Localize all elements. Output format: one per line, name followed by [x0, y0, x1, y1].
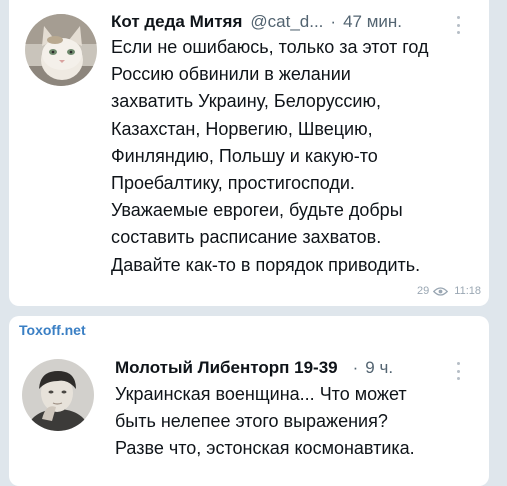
- cat-photo-icon: [25, 14, 97, 86]
- source-link[interactable]: Toxoff.net: [19, 322, 86, 338]
- post-line: Финляндию, Польшу и какую-то: [111, 145, 378, 166]
- message-meta: 29 11:18: [417, 285, 481, 297]
- view-count: 29: [417, 285, 430, 297]
- more-options-icon[interactable]: [457, 362, 461, 380]
- post-text: Если не ошибаюсь, только за этот год Рос…: [111, 34, 428, 279]
- author-name[interactable]: Молотый Либенторп 19-39: [115, 358, 338, 378]
- more-options-icon[interactable]: [457, 16, 461, 34]
- separator-dot: ·: [330, 12, 337, 31]
- post-line: Украинская военщина... Что может: [115, 384, 407, 404]
- avatar-cat[interactable]: [25, 14, 97, 86]
- post-line: составить расписание захватов.: [111, 227, 382, 248]
- author-name[interactable]: Кот деда Митяя: [111, 12, 242, 32]
- post-time[interactable]: 47 мин.: [343, 12, 402, 32]
- post-time[interactable]: 9 ч.: [365, 358, 393, 378]
- post-line: Если не ошибаюсь, только за этот год: [111, 37, 429, 57]
- post-line: Давайте как-то в порядок приводить.: [111, 254, 421, 275]
- post-line: Казахстан, Норвегию, Швецию,: [111, 118, 373, 139]
- author-handle[interactable]: @cat_d...: [250, 12, 323, 32]
- post-line: быть нелепее этого выражения?: [115, 411, 388, 432]
- eye-icon: [433, 286, 449, 296]
- message-time: 11:18: [454, 285, 481, 297]
- avatar-boy[interactable]: [22, 359, 94, 431]
- boy-photo-icon: [22, 359, 94, 431]
- post-header: Молотый Либенторп 19-39 · 9 ч.: [115, 358, 393, 378]
- post-line: Россию обвинили в желании: [111, 64, 351, 85]
- separator-dot: ·: [352, 358, 359, 377]
- post-line: Разве что, эстонская космонавтика.: [115, 438, 415, 459]
- post-line: Проебалтику, простигосподи.: [111, 173, 355, 194]
- message-card-2: Молотый Либенторп 19-39 · 9 ч. Украинска…: [9, 316, 489, 486]
- post-line: захватить Украину, Белоруссию,: [111, 91, 381, 112]
- post-header: Кот деда Митяя @cat_d... · 47 мин.: [111, 12, 402, 32]
- post-text: Украинская военщина... Что может быть не…: [115, 381, 415, 463]
- message-card-1: Кот деда Митяя @cat_d... · 47 мин. Если …: [9, 0, 489, 306]
- post-line: Уважаемые еврогеи, будьте добры: [111, 200, 403, 221]
